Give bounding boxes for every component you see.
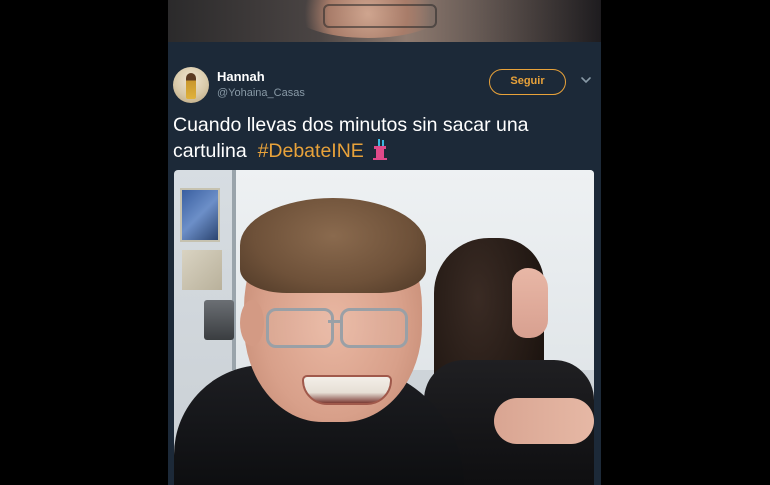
author-handle[interactable]: @Yohaina_Casas [217, 87, 305, 99]
glasses-bridge [328, 320, 342, 323]
author-name[interactable]: Hannah [217, 69, 265, 84]
tweet-photo[interactable]: -3/4 c [174, 170, 594, 485]
previous-tweet-image[interactable] [168, 0, 601, 42]
tweet-card: Hannah @Yohaina_Casas Seguir Cuando llev… [168, 0, 601, 485]
glasses-right-lens [340, 308, 408, 348]
tweet-text: Cuando llevas dos minutos sin sacar una … [173, 113, 593, 164]
girl-arm [494, 398, 594, 444]
previous-image-glasses [323, 4, 437, 28]
avatar-figure [186, 73, 196, 99]
glasses-left-lens [266, 308, 334, 348]
podium-icon [373, 139, 388, 160]
avatar[interactable] [173, 67, 209, 103]
chevron-down-icon[interactable] [580, 74, 592, 86]
page: Hannah @Yohaina_Casas Seguir Cuando llev… [0, 0, 770, 485]
pencil-sharpener [204, 300, 234, 340]
hashtag-link[interactable]: #DebateINE [258, 140, 364, 162]
tweet-divider [168, 42, 601, 52]
boy-ear [240, 300, 264, 346]
tweet-header: Hannah @Yohaina_Casas Seguir [168, 60, 601, 108]
wall-paper [182, 250, 222, 290]
follow-button[interactable]: Seguir [489, 69, 566, 95]
boy-hair [240, 198, 426, 293]
wall-poster [180, 188, 220, 242]
girl-face [512, 268, 548, 338]
boy-mouth [302, 375, 392, 405]
